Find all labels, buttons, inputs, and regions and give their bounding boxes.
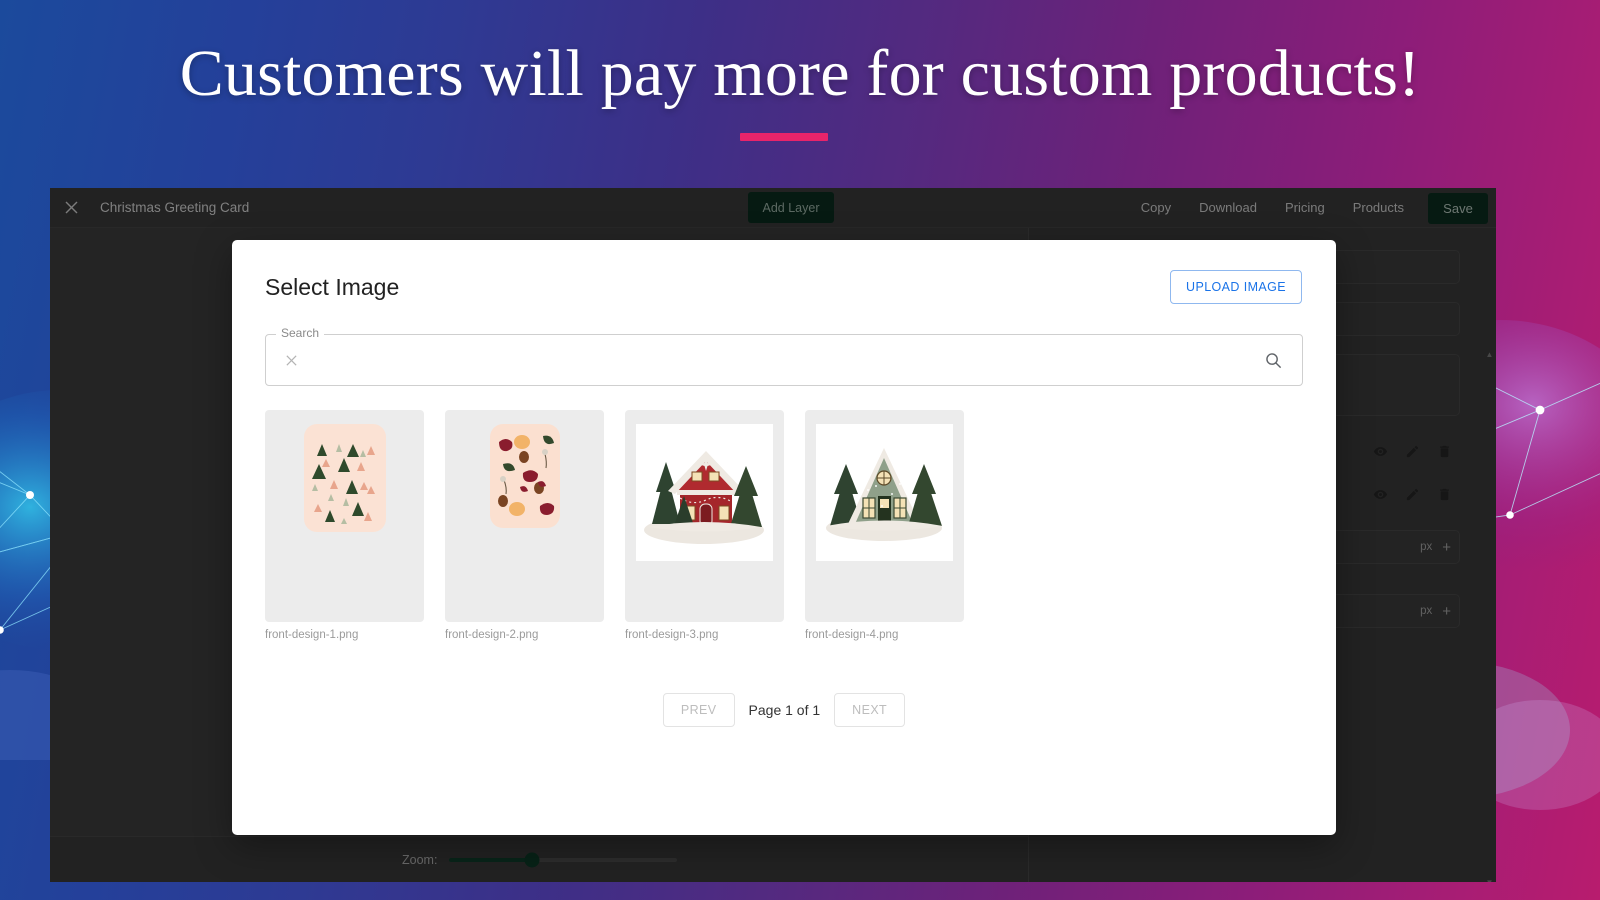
pagination: PREV Page 1 of 1 NEXT: [232, 693, 1336, 727]
title-accent-bar: [740, 133, 828, 141]
image-filename: front-design-1.png: [265, 629, 359, 641]
red-cabin-art: [636, 424, 773, 561]
green-house-art: [816, 424, 953, 561]
upload-image-button[interactable]: UPLOAD IMAGE: [1170, 270, 1302, 304]
search-input[interactable]: [304, 352, 1260, 368]
dialog-title: Select Image: [265, 273, 400, 300]
editor-window: Christmas Greeting Card Add Layer Copy D…: [50, 188, 1496, 882]
image-item[interactable]: front-design-2.png: [445, 410, 604, 641]
image-item[interactable]: front-design-4.png: [805, 410, 964, 641]
page-status: Page 1 of 1: [748, 702, 821, 718]
trees-pattern-art: [303, 424, 386, 532]
image-filename: front-design-3.png: [625, 629, 719, 641]
search-field: Search: [265, 326, 1303, 386]
select-image-dialog: Select Image UPLOAD IMAGE Search front-d…: [232, 240, 1336, 835]
prev-page-button[interactable]: PREV: [662, 693, 735, 727]
next-page-button[interactable]: NEXT: [834, 693, 906, 727]
search-box[interactable]: [265, 334, 1303, 386]
image-filename: front-design-2.png: [445, 629, 539, 641]
image-thumbnail-4[interactable]: [805, 410, 964, 622]
image-grid: front-design-1.png front-design-2.png fr…: [265, 410, 1336, 641]
image-item[interactable]: front-design-1.png: [265, 410, 424, 641]
search-icon[interactable]: [1260, 347, 1286, 373]
page-title: Customers will pay more for custom produ…: [179, 37, 1421, 110]
image-item[interactable]: front-design-3.png: [625, 410, 784, 641]
promo-page: Customers will pay more for custom produ…: [0, 0, 1600, 900]
image-thumbnail-1[interactable]: [265, 410, 424, 622]
clear-search-icon[interactable]: [278, 347, 304, 373]
birds-pattern-art: [489, 424, 560, 528]
image-filename: front-design-4.png: [805, 629, 899, 641]
search-label: Search: [276, 326, 325, 340]
dialog-header: Select Image UPLOAD IMAGE: [232, 240, 1336, 304]
image-thumbnail-2[interactable]: [445, 410, 604, 622]
image-thumbnail-3[interactable]: [625, 410, 784, 622]
